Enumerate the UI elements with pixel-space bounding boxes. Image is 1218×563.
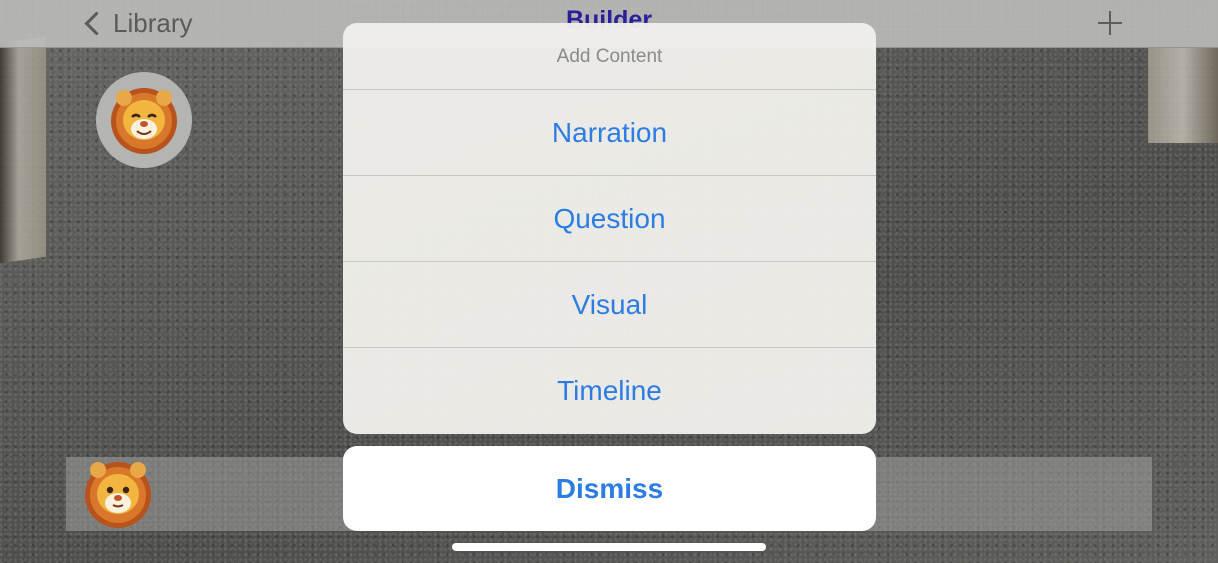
action-sheet: Add Content Narration Question Visual Ti… <box>343 23 876 434</box>
action-sheet-title: Add Content <box>343 23 876 90</box>
plus-icon[interactable] <box>1098 11 1122 35</box>
lion-memoji-icon <box>111 88 177 154</box>
timeline-option[interactable]: Timeline <box>343 348 876 433</box>
narration-option[interactable]: Narration <box>343 90 876 176</box>
lion-memoji-icon[interactable] <box>82 458 154 530</box>
avatar[interactable] <box>96 72 192 168</box>
dismiss-button[interactable]: Dismiss <box>343 446 876 531</box>
home-indicator[interactable] <box>452 543 766 551</box>
visual-option[interactable]: Visual <box>343 262 876 348</box>
question-option[interactable]: Question <box>343 176 876 262</box>
